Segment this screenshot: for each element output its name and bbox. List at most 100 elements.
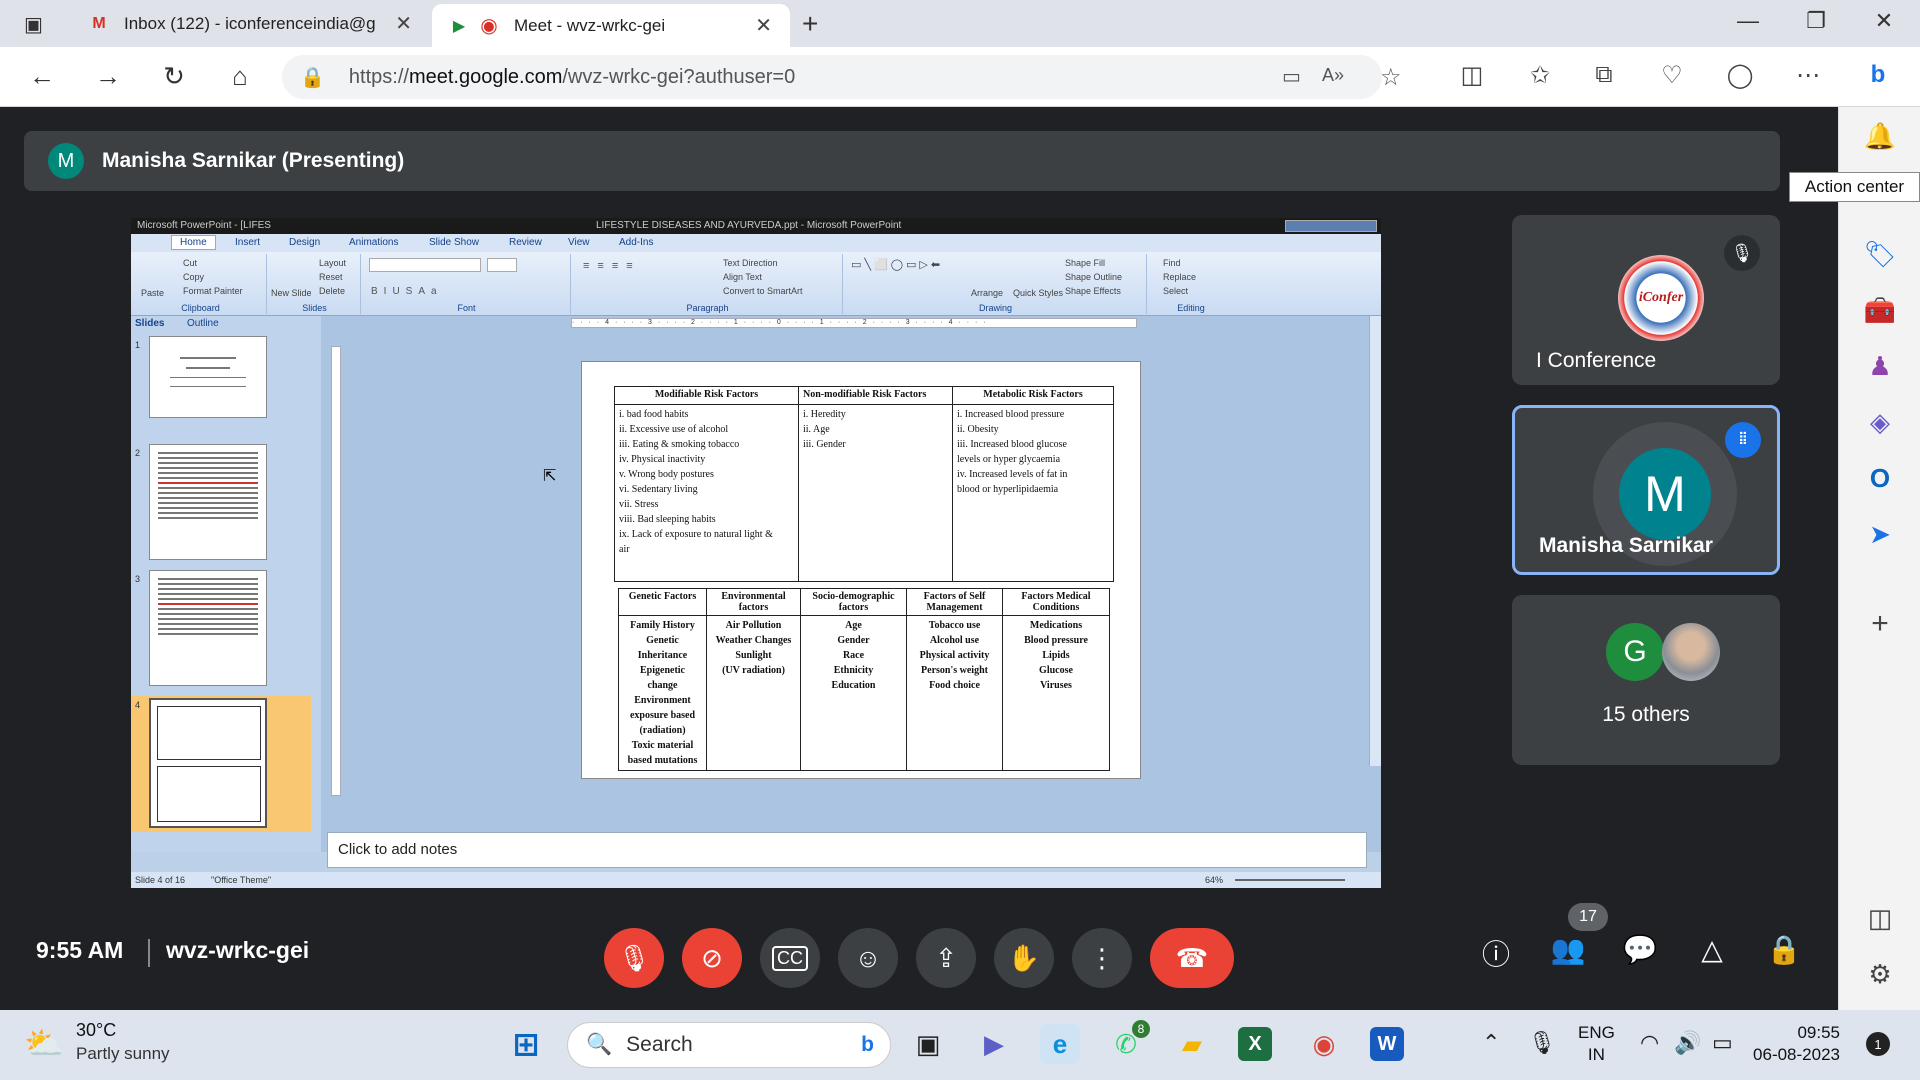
restore-icon[interactable]: ❐	[1796, 8, 1836, 34]
bell-icon[interactable]: 🔔	[1863, 121, 1897, 152]
pp-font-format-icons[interactable]: BIUSAa	[371, 286, 443, 297]
forward-icon[interactable]: →	[88, 61, 128, 92]
activities-icon[interactable]: △	[1690, 933, 1734, 966]
close-window-icon[interactable]: ✕	[1864, 8, 1904, 34]
status-zoom[interactable]: 64%	[1205, 875, 1223, 885]
slide-thumbnail[interactable]	[149, 336, 267, 418]
bing-copilot-icon[interactable]: b	[1858, 61, 1898, 89]
teams-chat-icon[interactable]: ▶	[974, 1024, 1014, 1064]
favorites-icon[interactable]: ✩	[1520, 61, 1560, 90]
volume-icon[interactable]: 🔊	[1674, 1030, 1701, 1056]
pp-cmd-quick-styles[interactable]: Quick Styles	[1013, 288, 1063, 298]
refresh-icon[interactable]: ↻	[154, 61, 194, 92]
performance-icon[interactable]: ♡	[1652, 61, 1692, 90]
slide-thumbnail-selected[interactable]	[149, 698, 267, 828]
tab-meet[interactable]: ▶ ◉ Meet - wvz-wrkc-gei ✕	[432, 4, 790, 47]
weather-icon[interactable]: ⛅	[24, 1024, 64, 1062]
pp-cmd-cut[interactable]: Cut	[183, 258, 197, 268]
pp-cmd-align-text[interactable]: Align Text	[723, 272, 762, 282]
windows-start-icon[interactable]: ⊞	[506, 1024, 546, 1064]
pp-cmd-format-painter[interactable]: Format Painter	[183, 286, 243, 296]
pp-tab-home[interactable]: Home	[171, 235, 216, 250]
word-icon[interactable]: W	[1370, 1027, 1404, 1061]
notification-badge[interactable]: 1	[1866, 1032, 1890, 1056]
pp-tab-animations[interactable]: Animations	[349, 237, 398, 248]
add-icon[interactable]: +	[1863, 607, 1897, 641]
participant-tile-others[interactable]: G 15 others	[1512, 595, 1780, 765]
taskbar-search[interactable]: 🔍 Search b	[567, 1022, 891, 1068]
pp-tab-slideshow[interactable]: Slide Show	[429, 237, 479, 248]
chat-icon[interactable]: 💬	[1618, 933, 1662, 966]
url-field[interactable]: 🔒 https:// meet.google.com /wvz-wrkc-gei…	[282, 55, 1402, 99]
pp-size-box[interactable]	[487, 258, 517, 272]
more-icon[interactable]: ⋯	[1788, 61, 1828, 90]
pp-cmd-find[interactable]: Find	[1163, 258, 1181, 268]
pp-tab-design[interactable]: Design	[289, 237, 320, 248]
lock-icon[interactable]: 🔒	[300, 65, 325, 90]
language-indicator[interactable]: ENG IN	[1578, 1022, 1615, 1066]
meeting-info-icon[interactable]: ⓘ	[1474, 933, 1518, 973]
slide-thumbnail[interactable]	[149, 570, 267, 686]
chrome-icon[interactable]: ◉	[1304, 1024, 1344, 1064]
pp-cmd-paste[interactable]: Paste	[141, 288, 164, 298]
pp-cmd-text-direction[interactable]: Text Direction	[723, 258, 778, 268]
edge-icon[interactable]: e	[1040, 1024, 1080, 1064]
pp-cmd-shape-fill[interactable]: Shape Fill	[1065, 258, 1105, 268]
wifi-icon[interactable]: ◠	[1640, 1030, 1659, 1056]
microphone-icon[interactable]: 🎙	[1528, 1030, 1556, 1056]
pp-scrollbar[interactable]	[1369, 316, 1381, 766]
profile-icon[interactable]: ◯	[1720, 61, 1760, 90]
office-icon[interactable]: ◈	[1863, 407, 1897, 438]
reactions-button[interactable]: ☺	[838, 928, 898, 988]
favorite-icon[interactable]: ☆	[1380, 63, 1402, 92]
notes-pane[interactable]: Click to add notes	[327, 832, 1367, 868]
sidebar-toggle-icon[interactable]: ◫	[1863, 903, 1897, 934]
pp-cmd-arrange[interactable]: Arrange	[971, 288, 1003, 298]
pp-font-box[interactable]	[369, 258, 481, 272]
captions-button[interactable]: CC	[760, 928, 820, 988]
more-options-button[interactable]: ⋮	[1072, 928, 1132, 988]
raise-hand-button[interactable]: ✋	[994, 928, 1054, 988]
taskbar-clock[interactable]: 09:55 06-08-2023	[1720, 1022, 1840, 1066]
file-explorer-icon[interactable]: ▰	[1172, 1024, 1212, 1064]
collections-icon[interactable]: ⧉	[1584, 61, 1624, 89]
zoom-slider[interactable]	[1235, 879, 1345, 881]
chevron-up-icon[interactable]: ⌃	[1482, 1030, 1500, 1056]
close-tab-icon[interactable]: ✕	[395, 11, 412, 36]
home-icon[interactable]: ⌂	[220, 61, 260, 92]
new-tab-icon[interactable]: +	[802, 8, 818, 40]
split-screen-icon[interactable]: ◫	[1452, 61, 1492, 90]
pp-panel-tab-outline[interactable]: Outline	[187, 318, 219, 329]
close-tab-icon[interactable]: ✕	[755, 13, 772, 38]
people-icon[interactable]: 👥	[1546, 933, 1590, 966]
settings-icon[interactable]: ⚙	[1863, 959, 1897, 990]
minimize-icon[interactable]: —	[1728, 8, 1768, 34]
leave-call-button[interactable]: ☎	[1150, 928, 1234, 988]
host-controls-icon[interactable]: 🔒	[1762, 933, 1806, 966]
pp-tab-addins[interactable]: Add-Ins	[619, 237, 653, 248]
pp-cmd-replace[interactable]: Replace	[1163, 272, 1196, 282]
present-button[interactable]: ⇪	[916, 928, 976, 988]
pp-cmd-select[interactable]: Select	[1163, 286, 1188, 296]
pp-cmd-shape-effects[interactable]: Shape Effects	[1065, 286, 1121, 296]
pp-cmd-delete[interactable]: Delete	[319, 286, 345, 296]
pp-cmd-reset[interactable]: Reset	[319, 272, 343, 282]
pp-cmd-copy[interactable]: Copy	[183, 272, 204, 282]
pp-cmd-smartart[interactable]: Convert to SmartArt	[723, 286, 803, 296]
pp-cmd-new-slide[interactable]: New Slide	[271, 288, 312, 298]
pp-shapes-gallery[interactable]: ▭╲⬜◯▭▷⬅	[851, 258, 943, 271]
games-icon[interactable]: ♟	[1863, 351, 1897, 382]
tab-gmail[interactable]: M Inbox (122) - iconferenceindia@g ✕	[72, 0, 430, 47]
task-view-icon[interactable]: ▣	[908, 1024, 948, 1064]
toolbox-icon[interactable]: 🧰	[1863, 295, 1897, 326]
pp-tab-insert[interactable]: Insert	[235, 237, 260, 248]
excel-icon[interactable]: X	[1238, 1027, 1272, 1061]
pp-cmd-shape-outline[interactable]: Shape Outline	[1065, 272, 1122, 282]
camera-off-button[interactable]: ⊘	[682, 928, 742, 988]
slide-thumbnail[interactable]	[149, 444, 267, 560]
pp-tab-view[interactable]: View	[568, 237, 590, 248]
pp-tab-review[interactable]: Review	[509, 237, 542, 248]
outlook-icon[interactable]: O	[1863, 463, 1897, 494]
pp-cmd-layout[interactable]: Layout	[319, 258, 346, 268]
camera-icon[interactable]: ▭	[1282, 64, 1301, 89]
